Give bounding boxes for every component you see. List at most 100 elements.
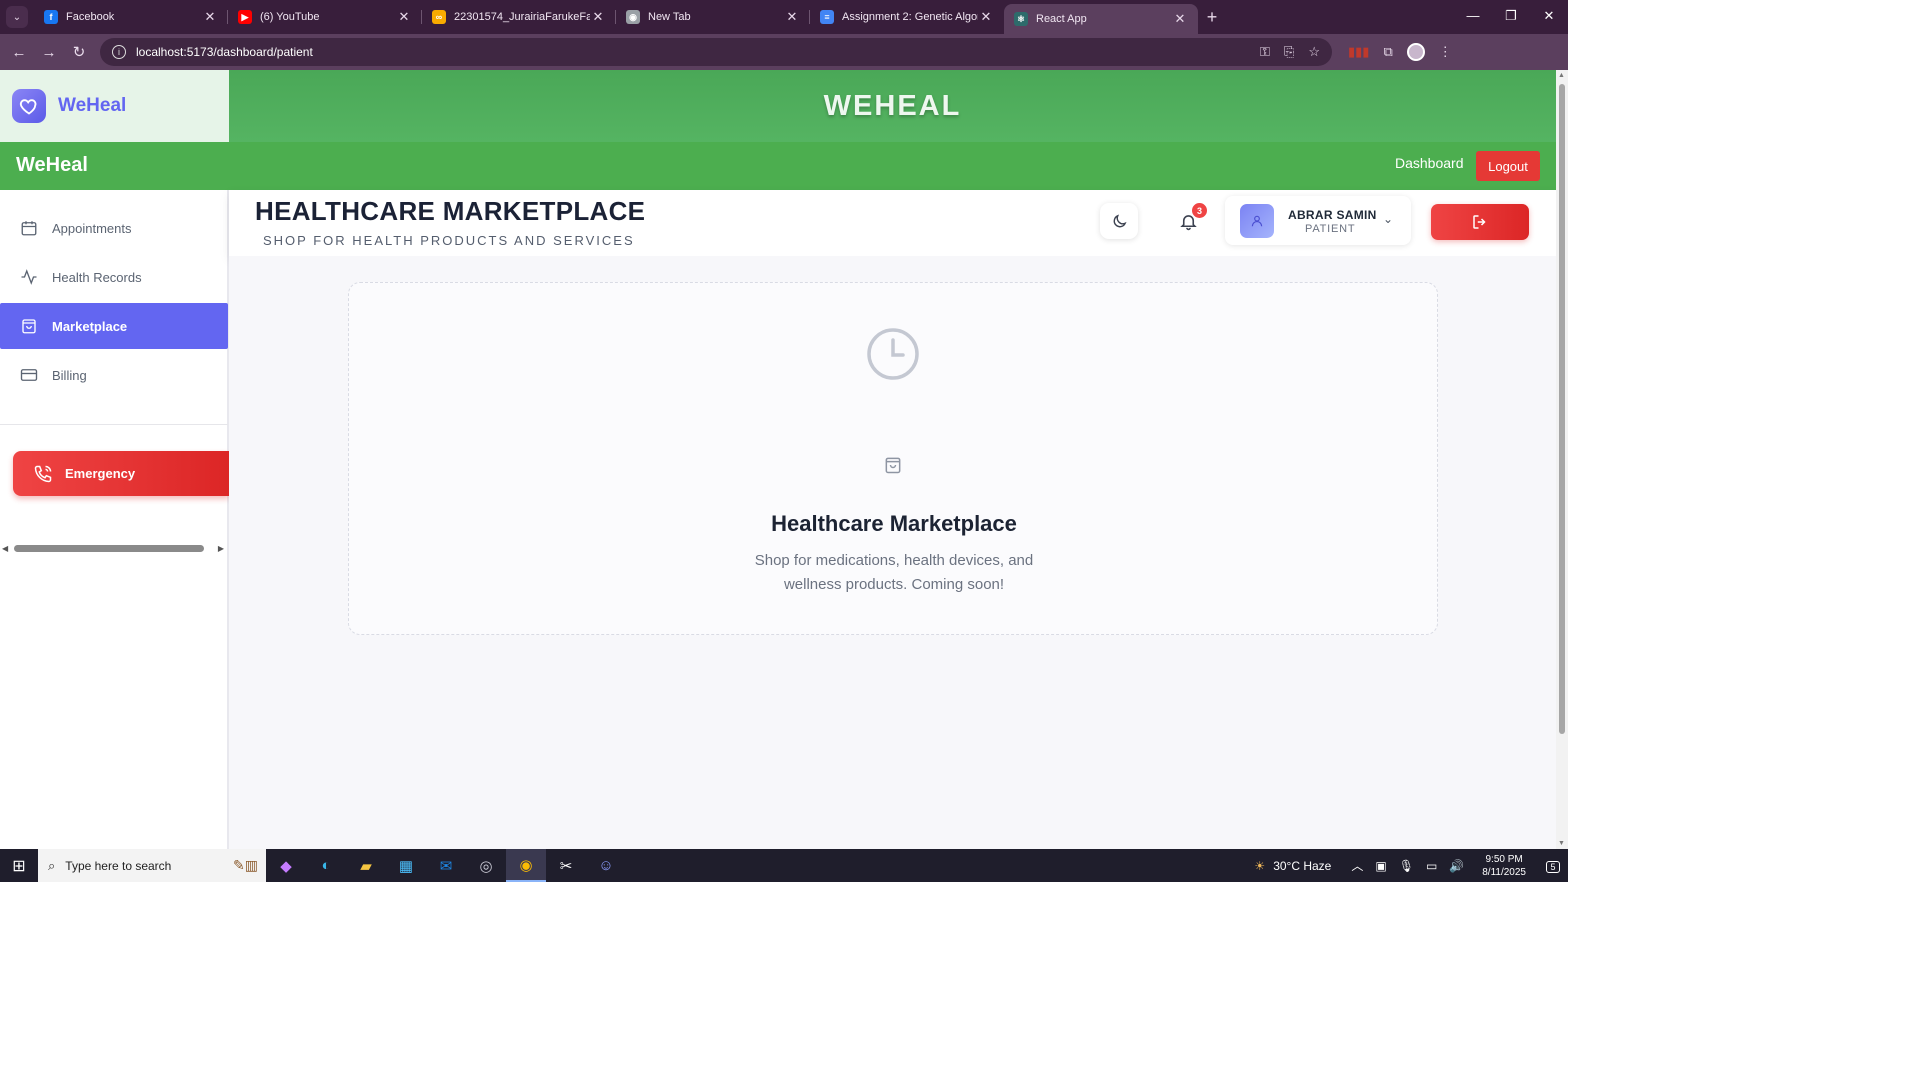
search-highlight-icon: ✎▥ — [233, 857, 258, 873]
browser-tab[interactable]: ⚛ React App ✕ — [1004, 4, 1198, 34]
colab-icon: ∞ — [432, 10, 446, 24]
tab-title: Facebook — [66, 11, 115, 23]
copilot-icon[interactable]: ◆ — [266, 849, 306, 882]
meet-now-icon[interactable]: ▣ — [1375, 859, 1386, 873]
dark-mode-toggle[interactable] — [1100, 203, 1138, 239]
phone-icon — [34, 465, 52, 482]
new-tab-button[interactable]: + — [1198, 7, 1226, 28]
sidebar-item-label: Billing — [52, 367, 87, 383]
edge-icon[interactable]: ◐ — [306, 849, 346, 882]
close-tab-icon[interactable]: ✕ — [202, 9, 218, 25]
notification-center-icon[interactable]: 5 — [1538, 858, 1568, 873]
chrome-taskbar-icon[interactable]: ◉ — [506, 849, 546, 882]
activity-icon — [21, 269, 37, 285]
browser-tab[interactable]: f Facebook ✕ — [34, 0, 228, 34]
card-description: Shop for medications, health devices, an… — [754, 552, 1034, 593]
close-tab-icon[interactable]: ✕ — [784, 9, 800, 25]
close-window-icon[interactable]: ✕ — [1530, 0, 1568, 34]
capcut-icon[interactable]: ✂ — [546, 849, 586, 882]
sidebar-item-marketplace[interactable]: Marketplace — [0, 303, 228, 349]
logout-button[interactable]: Logout — [1476, 151, 1540, 181]
site-info-icon[interactable]: i — [112, 45, 126, 59]
page-title: HEALTHCARE MARKETPLACE — [255, 196, 646, 226]
bookmark-star-icon[interactable]: ☆ — [1308, 44, 1320, 60]
close-tab-icon[interactable]: ✕ — [590, 9, 606, 25]
navbar-brand[interactable]: WeHeal — [16, 154, 88, 177]
close-tab-icon[interactable]: ✕ — [1172, 11, 1188, 27]
outlook-icon[interactable]: ✉ — [426, 849, 466, 882]
password-key-icon[interactable]: ⚿ — [1260, 44, 1270, 60]
shopping-bag-icon — [885, 457, 901, 474]
user-profile-menu[interactable]: ABRAR SAMIN PATIENT ⌄ — [1225, 196, 1411, 245]
banner-title: WEHEAL — [823, 89, 962, 122]
scrollbar-thumb[interactable] — [14, 545, 204, 552]
sidebar-brand[interactable]: WeHeal — [0, 70, 229, 142]
microphone-icon[interactable]: 🎙 — [1399, 859, 1414, 873]
taskbar-search-box[interactable]: ⌕ Type here to search ✎▥ — [38, 849, 266, 882]
browser-tab[interactable]: ▶ (6) YouTube ✕ — [228, 0, 422, 34]
windows-start-icon[interactable]: ⊞ — [0, 849, 38, 882]
forward-icon[interactable]: → — [34, 44, 64, 61]
tab-search-button[interactable]: ⌄ — [6, 6, 28, 28]
chrome-menu-icon[interactable]: ⋮ — [1439, 44, 1452, 60]
profile-avatar-icon[interactable] — [1406, 43, 1425, 61]
close-tab-icon[interactable]: ✕ — [396, 9, 412, 25]
browser-tab[interactable]: ∞ 22301574_JurairiaFarukeFarin_A✕ — [422, 0, 616, 34]
back-icon[interactable]: ← — [4, 44, 34, 61]
coming-soon-card: Healthcare Marketplace Shop for medicati… — [348, 282, 1438, 635]
volume-icon[interactable]: 🔊 — [1449, 859, 1464, 873]
main-content: Healthcare Marketplace Shop for medicati… — [229, 256, 1556, 849]
docs-icon: ≡ — [820, 10, 834, 24]
camera-icon[interactable]: ◎ — [466, 849, 506, 882]
sidebar-item-billing[interactable]: Billing — [0, 352, 228, 398]
sidebar-item-label: Appointments — [52, 220, 132, 236]
shopping-bag-icon — [22, 319, 36, 334]
sidebar-item-health-records[interactable]: Health Records — [0, 254, 228, 300]
scroll-down-icon[interactable]: ▼ — [1558, 840, 1565, 847]
reload-icon[interactable]: ↻ — [64, 43, 94, 61]
tab-title: (6) YouTube — [260, 11, 320, 23]
tab-title: New Tab — [648, 11, 691, 23]
sidebar-item-label: Health Records — [52, 269, 142, 285]
minimize-icon[interactable]: — — [1454, 0, 1492, 34]
log-out-icon — [1473, 215, 1486, 229]
windows-taskbar: ⊞ ⌕ Type here to search ✎▥ ◆ ◐ ▰ ▦ ✉ ◎ ◉… — [0, 849, 1568, 882]
window-controls: — ❐ ✕ — [1454, 0, 1568, 34]
address-bar[interactable]: i localhost:5173/dashboard/patient ⚿ ⎘ ☆ — [100, 38, 1332, 66]
top-banner: WEHEAL — [229, 70, 1556, 142]
react-icon: ⚛ — [1014, 12, 1028, 26]
notification-badge: 3 — [1192, 203, 1207, 218]
credit-card-icon — [20, 369, 38, 381]
sidebar-item-appointments[interactable]: Appointments — [0, 205, 228, 251]
chevron-down-icon: ⌄ — [1383, 212, 1394, 226]
restore-icon[interactable]: ❐ — [1492, 0, 1530, 34]
extensions-puzzle-icon[interactable]: ⧉ — [1383, 44, 1392, 60]
discord-icon[interactable]: ☺ — [586, 849, 626, 882]
file-explorer-icon[interactable]: ▰ — [346, 849, 386, 882]
dashboard-link[interactable]: Dashboard — [1395, 155, 1464, 171]
clock-time: 9:50 PM — [1485, 853, 1523, 865]
url-text[interactable]: localhost:5173/dashboard/patient — [136, 45, 1246, 59]
install-app-icon[interactable]: ⎘ — [1284, 44, 1294, 60]
sidebar-divider — [0, 424, 228, 425]
audio-extension-icon[interactable]: ▮▮▮ — [1348, 44, 1369, 60]
scroll-left-icon[interactable]: ◀ — [2, 544, 8, 553]
show-hidden-icons-icon[interactable]: ︿ — [1351, 857, 1363, 874]
scroll-right-icon[interactable]: ▶ — [218, 544, 224, 553]
browser-tab[interactable]: ≡ Assignment 2: Genetic Algorithm✕ — [810, 0, 1004, 34]
sign-out-button[interactable] — [1431, 204, 1529, 240]
microsoft-store-icon[interactable]: ▦ — [386, 849, 426, 882]
tab-title: Assignment 2: Genetic Algorithm — [842, 11, 978, 23]
brand-name: WeHeal — [58, 95, 127, 116]
browser-tab[interactable]: ◉ New Tab ✕ — [616, 0, 810, 34]
weather-widget[interactable]: ☀ 30°C Haze — [1254, 859, 1331, 873]
network-icon[interactable]: ▭ — [1426, 859, 1437, 873]
emergency-button[interactable]: Emergency — [13, 451, 229, 496]
sidebar-horizontal-scrollbar[interactable]: ◀ ▶ — [2, 542, 226, 554]
page-scrollbar[interactable]: ▲ ▼ — [1556, 70, 1568, 849]
page-scrollbar-thumb[interactable] — [1559, 84, 1565, 734]
close-tab-icon[interactable]: ✕ — [978, 9, 994, 25]
taskbar-clock[interactable]: 9:50 PM 8/11/2025 — [1482, 853, 1526, 879]
search-icon: ⌕ — [48, 857, 56, 873]
scroll-up-icon[interactable]: ▲ — [1558, 72, 1565, 79]
